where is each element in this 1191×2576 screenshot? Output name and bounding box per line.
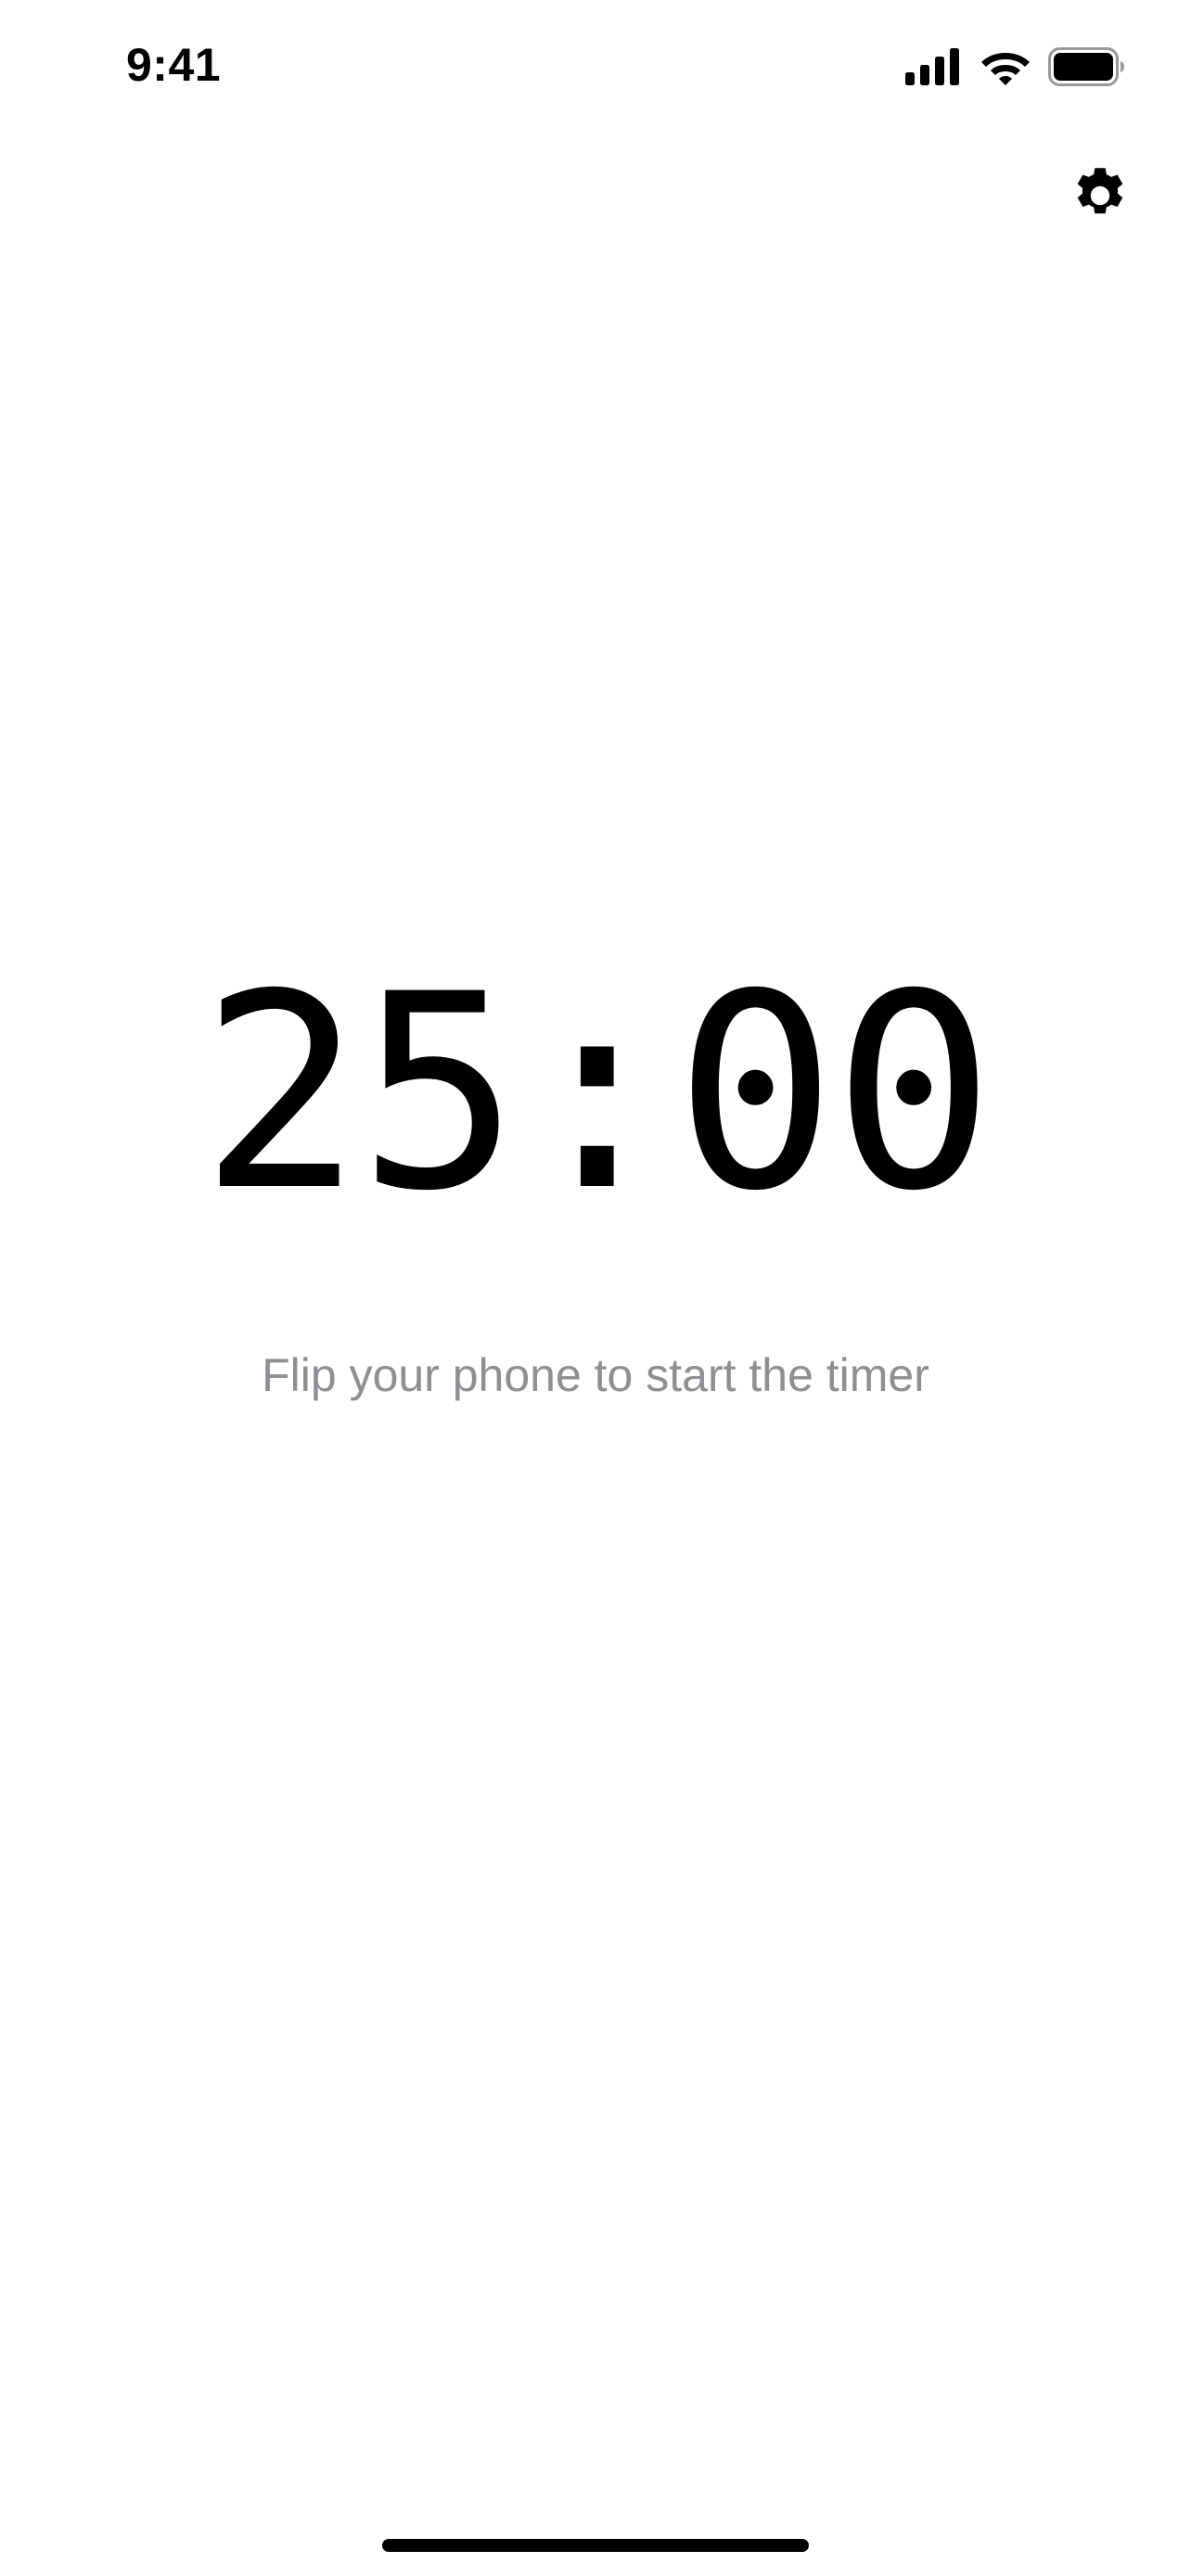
battery-icon: [1048, 47, 1126, 86]
app-screen: 9:41 25:00 Flip your phone to start the …: [0, 0, 1191, 2576]
gear-icon: [1067, 159, 1133, 231]
wifi-icon: [980, 47, 1031, 86]
cellular-signal-icon: [905, 48, 963, 85]
timer-hint: Flip your phone to start the timer: [262, 1349, 929, 1401]
home-indicator[interactable]: [382, 2539, 809, 2552]
timer-display: 25:00: [199, 937, 995, 1250]
status-bar: 9:41: [0, 0, 1191, 139]
status-time: 9:41: [126, 39, 222, 91]
settings-button[interactable]: [1063, 158, 1137, 232]
status-icons: [905, 46, 1126, 87]
